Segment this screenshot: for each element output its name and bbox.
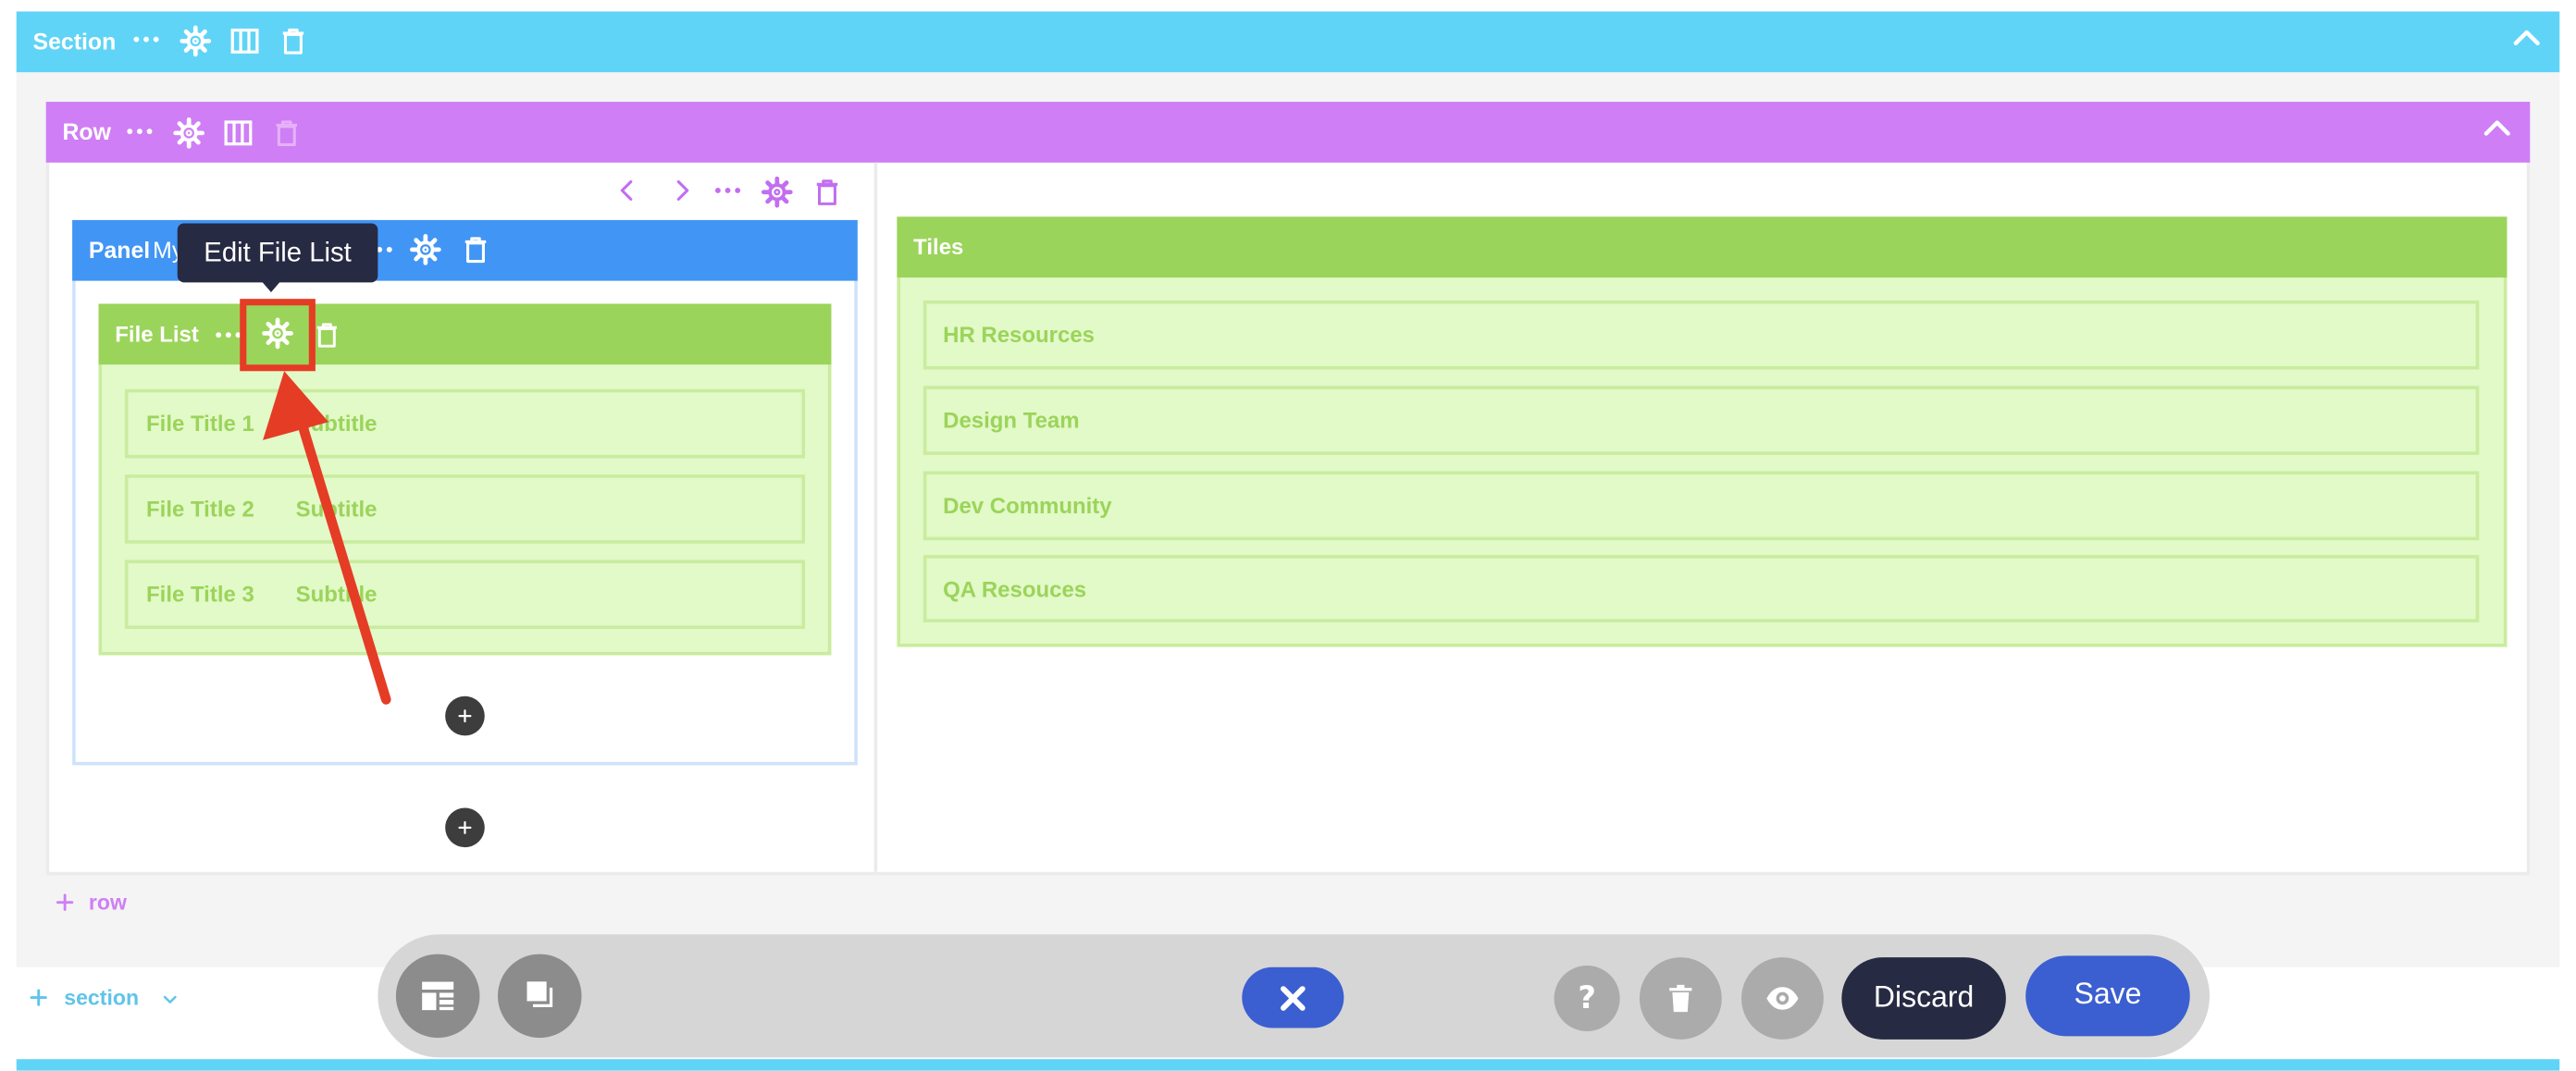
annotation-arrow [263, 371, 391, 705]
